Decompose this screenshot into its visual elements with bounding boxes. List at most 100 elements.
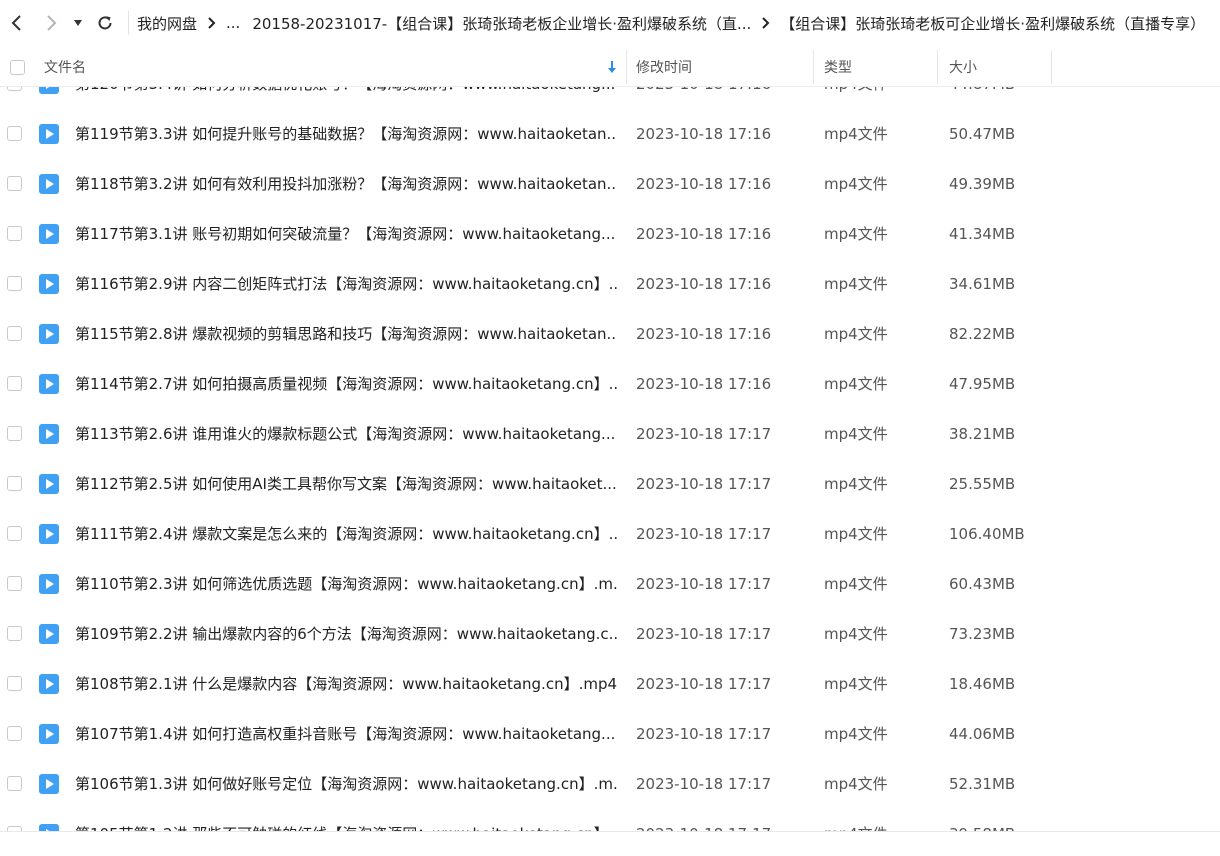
row-checkbox[interactable]	[7, 376, 22, 391]
file-modified-time: 2023-10-18 17:16	[636, 225, 772, 243]
row-checkbox[interactable]	[7, 176, 22, 191]
file-size: 50.47MB	[949, 125, 1016, 143]
file-row[interactable]: 第106节第1.3讲 如何做好账号定位【海淘资源网：www.haitaoketa…	[0, 759, 1220, 809]
breadcrumb-folder-current[interactable]: 【组合课】张琦张琦老板可企业增长·盈利爆破系统（直播专享）	[780, 13, 1205, 34]
file-type: mp4文件	[824, 175, 888, 193]
file-modified-time: 2023-10-18 17:16	[636, 125, 772, 143]
video-file-icon	[39, 524, 59, 544]
row-checkbox[interactable]	[7, 126, 22, 141]
video-file-icon	[39, 424, 59, 444]
file-modified-time: 2023-10-18 17:17	[636, 675, 772, 693]
file-name[interactable]: 第105节第1.2讲 那些不可触碰的红线【海淘资源网：www.haitaoket…	[75, 809, 617, 831]
video-file-icon	[39, 774, 59, 794]
file-name[interactable]: 第111节第2.4讲 爆款文案是怎么来的【海淘资源网：www.haitaoket…	[75, 509, 617, 559]
row-checkbox[interactable]	[7, 226, 22, 241]
history-dropdown-button[interactable]	[68, 0, 88, 46]
breadcrumb-ellipsis[interactable]: ...	[226, 14, 240, 32]
chevron-right-icon	[47, 15, 57, 31]
file-name[interactable]: 第110节第2.3讲 如何筛选优质选题【海淘资源网：www.haitaoketa…	[75, 559, 617, 609]
top-navigation-bar: 我的网盘 ... 20158-20231017-【组合课】张琦张琦老板企业增长·…	[0, 0, 1220, 46]
file-modified-time: 2023-10-18 17:17	[636, 809, 771, 831]
file-list-header: 文件名 修改时间 类型 大小	[0, 48, 1220, 87]
file-name[interactable]: 第112节第2.5讲 如何使用AI类工具帮你写文案【海淘资源网：www.hait…	[75, 459, 617, 509]
file-row[interactable]: 第110节第2.3讲 如何筛选优质选题【海淘资源网：www.haitaoketa…	[0, 559, 1220, 609]
file-name[interactable]: 第119节第3.3讲 如何提升账号的基础数据？【海淘资源网：www.haitao…	[75, 109, 617, 159]
column-header-name-label: 文件名	[44, 60, 86, 76]
column-header-modified[interactable]: 修改时间	[636, 48, 812, 86]
file-row[interactable]: 第111节第2.4讲 爆款文案是怎么来的【海淘资源网：www.haitaoket…	[0, 509, 1220, 559]
file-type: mp4文件	[824, 809, 888, 831]
row-checkbox[interactable]	[7, 326, 22, 341]
column-header-type[interactable]: 类型	[824, 48, 936, 86]
video-file-icon	[39, 674, 59, 694]
column-divider[interactable]	[1051, 50, 1052, 84]
file-row[interactable]: 第109节第2.2讲 输出爆款内容的6个方法【海淘资源网：www.haitaok…	[0, 609, 1220, 659]
file-row[interactable]: 第119节第3.3讲 如何提升账号的基础数据？【海淘资源网：www.haitao…	[0, 109, 1220, 159]
file-type: mp4文件	[824, 225, 888, 243]
column-divider[interactable]	[626, 50, 627, 84]
file-type: mp4文件	[824, 575, 888, 593]
row-checkbox[interactable]	[7, 676, 22, 691]
row-checkbox[interactable]	[7, 776, 22, 791]
file-type: mp4文件	[824, 275, 888, 293]
file-row[interactable]: 第118节第3.2讲 如何有效利用投抖加涨粉？【海淘资源网：www.haitao…	[0, 159, 1220, 209]
file-name[interactable]: 第115节第2.8讲 爆款视频的剪辑思路和技巧【海淘资源网：www.haitao…	[75, 309, 617, 359]
file-name[interactable]: 第107节第1.4讲 如何打造高权重抖音账号【海淘资源网：www.haitaok…	[75, 709, 617, 759]
file-row[interactable]: 第107节第1.4讲 如何打造高权重抖音账号【海淘资源网：www.haitaok…	[0, 709, 1220, 759]
file-name[interactable]: 第109节第2.2讲 输出爆款内容的6个方法【海淘资源网：www.haitaok…	[75, 609, 617, 659]
row-checkbox[interactable]	[7, 626, 22, 641]
refresh-button[interactable]	[88, 0, 122, 46]
file-name[interactable]: 第114节第2.7讲 如何拍摄高质量视频【海淘资源网：www.haitaoket…	[75, 359, 617, 409]
file-name[interactable]: 第108节第2.1讲 什么是爆款内容【海淘资源网：www.haitaoketan…	[75, 659, 617, 709]
bottom-blank-area	[0, 832, 1220, 856]
file-row[interactable]: 第108节第2.1讲 什么是爆款内容【海淘资源网：www.haitaoketan…	[0, 659, 1220, 709]
file-row[interactable]: 第116节第2.9讲 内容二创矩阵式打法【海淘资源网：www.haitaoket…	[0, 259, 1220, 309]
file-modified-time: 2023-10-18 17:17	[636, 425, 772, 443]
file-row[interactable]: 第105节第1.2讲 那些不可触碰的红线【海淘资源网：www.haitaoket…	[0, 809, 1220, 831]
file-modified-time: 2023-10-18 17:17	[636, 525, 772, 543]
breadcrumb-root[interactable]: 我的网盘	[137, 13, 197, 34]
row-checkbox[interactable]	[7, 476, 22, 491]
select-all-checkbox-cell[interactable]	[10, 48, 25, 86]
file-size: 52.31MB	[949, 775, 1016, 793]
file-size: 39.58MB	[949, 809, 1015, 831]
row-checkbox[interactable]	[7, 526, 22, 541]
video-file-icon	[39, 124, 59, 144]
select-all-checkbox[interactable]	[10, 59, 25, 75]
file-modified-time: 2023-10-18 17:16	[636, 175, 772, 193]
file-type: mp4文件	[824, 475, 888, 493]
file-size: 49.39MB	[949, 175, 1016, 193]
breadcrumb-arrow-icon	[761, 17, 770, 29]
breadcrumb-folder-parent[interactable]: 20158-20231017-【组合课】张琦张琦老板企业增长·盈利爆破系统（直.…	[252, 13, 751, 34]
column-header-type-label: 类型	[824, 60, 852, 76]
column-divider[interactable]	[813, 50, 814, 84]
file-name[interactable]: 第117节第3.1讲 账号初期如何突破流量？【海淘资源网：www.haitaok…	[75, 209, 617, 259]
file-size: 41.34MB	[949, 225, 1016, 243]
file-size: 34.61MB	[949, 275, 1016, 293]
toolbar-divider	[128, 11, 129, 35]
file-row[interactable]: 第113节第2.6讲 谁用谁火的爆款标题公式【海淘资源网：www.haitaok…	[0, 409, 1220, 459]
file-row[interactable]: 第114节第2.7讲 如何拍摄高质量视频【海淘资源网：www.haitaoket…	[0, 359, 1220, 409]
file-row[interactable]: 第115节第2.8讲 爆款视频的剪辑思路和技巧【海淘资源网：www.haitao…	[0, 309, 1220, 359]
row-checkbox[interactable]	[7, 726, 22, 741]
file-name[interactable]: 第118节第3.2讲 如何有效利用投抖加涨粉？【海淘资源网：www.haitao…	[75, 159, 617, 209]
file-name[interactable]: 第106节第1.3讲 如何做好账号定位【海淘资源网：www.haitaoketa…	[75, 759, 617, 809]
forward-button[interactable]	[34, 0, 68, 46]
back-button[interactable]	[0, 0, 34, 46]
row-checkbox[interactable]	[7, 576, 22, 591]
video-file-icon	[39, 824, 59, 831]
row-checkbox[interactable]	[7, 426, 22, 441]
file-row[interactable]: 第112节第2.5讲 如何使用AI类工具帮你写文案【海淘资源网：www.hait…	[0, 459, 1220, 509]
file-modified-time: 2023-10-18 17:16	[636, 375, 772, 393]
file-name[interactable]: 第116节第2.9讲 内容二创矩阵式打法【海淘资源网：www.haitaoket…	[75, 259, 617, 309]
column-header-name[interactable]: 文件名	[44, 48, 624, 86]
file-row[interactable]: 第117节第3.1讲 账号初期如何突破流量？【海淘资源网：www.haitaok…	[0, 209, 1220, 259]
column-divider[interactable]	[937, 50, 938, 84]
row-checkbox[interactable]	[7, 276, 22, 291]
file-name[interactable]: 第113节第2.6讲 谁用谁火的爆款标题公式【海淘资源网：www.haitaok…	[75, 409, 617, 459]
column-header-size[interactable]: 大小	[949, 48, 1049, 86]
refresh-icon	[98, 16, 112, 30]
file-size: 18.46MB	[949, 675, 1016, 693]
file-modified-time: 2023-10-18 17:17	[636, 625, 772, 643]
file-type: mp4文件	[824, 625, 888, 643]
